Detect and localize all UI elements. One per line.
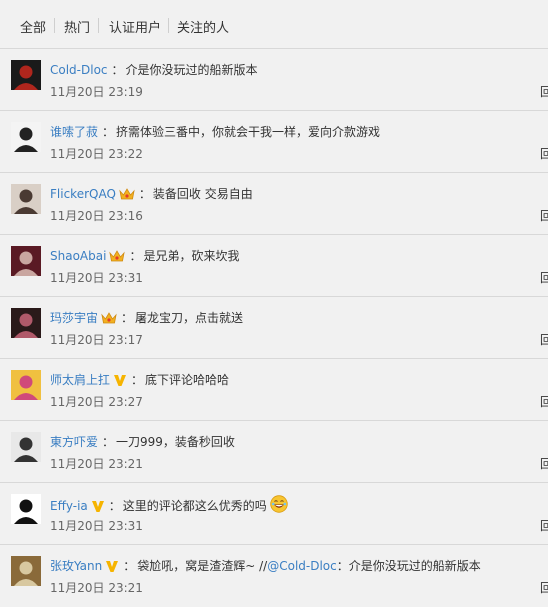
username-link[interactable]: FlickerQAQ	[50, 187, 116, 201]
comment-timestamp: 11月20日 23:17	[50, 333, 143, 347]
avatar[interactable]	[11, 122, 41, 152]
comment-timestamp: 11月20日 23:31	[50, 271, 143, 285]
username-link[interactable]: 東方吓爱	[50, 435, 98, 449]
tab-following[interactable]: 关注的人	[177, 17, 229, 36]
crown-icon	[119, 187, 135, 204]
avatar[interactable]	[11, 246, 41, 276]
reply-button[interactable]: 回	[540, 393, 548, 410]
tab-all[interactable]: 全部	[20, 17, 46, 36]
comment-timestamp: 11月20日 23:19	[50, 85, 143, 99]
comment-timestamp: 11月20日 23:27	[50, 395, 143, 409]
comment-timestamp: 11月20日 23:31	[50, 519, 143, 533]
username-link[interactable]: 张玫Yann	[50, 559, 102, 573]
colon-separator: ：	[121, 311, 134, 325]
comment-item: 张玫Yann ：袋尬吼，窝是渣渣辉~ //@Cold-Dloc：介是你没玩过的船新…	[0, 544, 548, 607]
comment-line: 東方吓爱 ：一刀999，装备秒回收	[50, 433, 235, 450]
crown-icon	[101, 311, 117, 328]
comment-text: 挤需体验三番中，你就会干我一样，爱向介款游戏	[116, 125, 381, 139]
comment-text: 这里的评论都这么优秀的吗	[122, 499, 267, 513]
username-link[interactable]: ShaoAbai	[50, 249, 106, 263]
comment-item: 谁嗦了菽 ：挤需体验三番中，你就会干我一样，爱向介款游戏 11月20日 23:22 回	[0, 110, 548, 173]
reply-button[interactable]: 回	[540, 331, 548, 348]
username-link[interactable]: Effy-ia	[50, 499, 88, 513]
avatar[interactable]	[11, 432, 41, 462]
username-link[interactable]: 谁嗦了菽	[50, 125, 98, 139]
username-link[interactable]: 师太肩上扛	[50, 373, 110, 387]
mention-link[interactable]: @Cold-Dloc	[267, 559, 337, 573]
comment-text: 一刀999，装备秒回收	[116, 435, 235, 449]
comment-line: Cold-Dloc：介是你没玩过的船新版本	[50, 61, 258, 78]
tab-verified-users[interactable]: 认证用户	[109, 17, 161, 36]
comment-text: 是兄弟，砍来坎我	[143, 249, 240, 263]
comment-text: 底下评论哈哈哈	[145, 373, 230, 387]
reply-button[interactable]: 回	[540, 517, 548, 534]
vip-icon	[113, 373, 127, 390]
comment-timestamp: 11月20日 23:21	[50, 581, 143, 595]
username-link[interactable]: 玛莎宇宙	[50, 311, 98, 325]
avatar[interactable]	[11, 308, 41, 338]
comment-item: FlickerQAQ ：装备回收 交易自由 11月20日 23:16 回	[0, 172, 548, 235]
comment-line: FlickerQAQ ：装备回收 交易自由	[50, 185, 253, 204]
comment-timestamp: 11月20日 23:21	[50, 457, 143, 471]
tab-divider	[98, 18, 99, 33]
comment-item: ShaoAbai ：是兄弟，砍来坎我 11月20日 23:31 回	[0, 234, 548, 297]
tab-hot[interactable]: 热门	[64, 17, 90, 36]
avatar[interactable]	[11, 184, 41, 214]
comment-text: 装备回收 交易自由	[152, 187, 253, 201]
comment-filter-tabs: 全部 热门 认证用户 关注的人	[0, 0, 548, 48]
username-link[interactable]: Cold-Dloc	[50, 63, 108, 77]
comment-line: 师太肩上扛 ：底下评论哈哈哈	[50, 371, 229, 390]
reply-button[interactable]: 回	[540, 269, 548, 286]
comment-text: 介是你没玩过的船新版本	[125, 63, 258, 77]
comment-item: Effy-ia ：这里的评论都这么优秀的吗 11月20日 23:31 回	[0, 482, 548, 545]
comment-line: 玛莎宇宙 ：屠龙宝刀，点击就送	[50, 309, 243, 328]
reply-button[interactable]: 回	[540, 455, 548, 472]
comment-text: 袋尬吼，窝是渣渣辉~ //	[137, 559, 268, 573]
colon-separator: ：	[108, 499, 121, 513]
colon-separator: ：	[102, 435, 115, 449]
reply-button[interactable]: 回	[540, 83, 548, 100]
tab-divider	[168, 18, 169, 33]
comment-item: 東方吓爱 ：一刀999，装备秒回收 11月20日 23:21 回	[0, 420, 548, 483]
comment-line: 张玫Yann ：袋尬吼，窝是渣渣辉~ //@Cold-Dloc：介是你没玩过的船新…	[50, 557, 481, 576]
avatar[interactable]	[11, 494, 41, 524]
colon-separator: ：	[138, 187, 151, 201]
reply-button[interactable]: 回	[540, 145, 548, 162]
colon-separator: ：	[102, 125, 115, 139]
laugh-emoji-icon	[270, 495, 288, 516]
colon-separator: ：	[129, 249, 142, 263]
colon-separator: ：	[131, 373, 144, 387]
comment-item: Cold-Dloc：介是你没玩过的船新版本 11月20日 23:19 回	[0, 48, 548, 111]
tab-divider	[54, 18, 55, 33]
colon-separator: ：	[111, 63, 124, 77]
comment-item: 玛莎宇宙 ：屠龙宝刀，点击就送 11月20日 23:17 回	[0, 296, 548, 359]
comment-text: 屠龙宝刀，点击就送	[135, 311, 244, 325]
comment-timestamp: 11月20日 23:16	[50, 209, 143, 223]
avatar[interactable]	[11, 556, 41, 586]
comment-line: Effy-ia ：这里的评论都这么优秀的吗	[50, 495, 288, 516]
comment-text: ：介是你没玩过的船新版本	[336, 559, 481, 573]
vip-icon	[91, 499, 105, 516]
comment-timestamp: 11月20日 23:22	[50, 147, 143, 161]
comment-line: 谁嗦了菽 ：挤需体验三番中，你就会干我一样，爱向介款游戏	[50, 123, 380, 140]
reply-button[interactable]: 回	[540, 207, 548, 224]
avatar[interactable]	[11, 370, 41, 400]
vip-icon	[105, 559, 119, 576]
comment-line: ShaoAbai ：是兄弟，砍来坎我	[50, 247, 239, 266]
avatar[interactable]	[11, 60, 41, 90]
crown-icon	[109, 249, 126, 266]
comment-item: 师太肩上扛 ：底下评论哈哈哈 11月20日 23:27 回	[0, 358, 548, 421]
colon-separator: ：	[123, 559, 136, 573]
reply-button[interactable]: 回	[540, 579, 548, 596]
